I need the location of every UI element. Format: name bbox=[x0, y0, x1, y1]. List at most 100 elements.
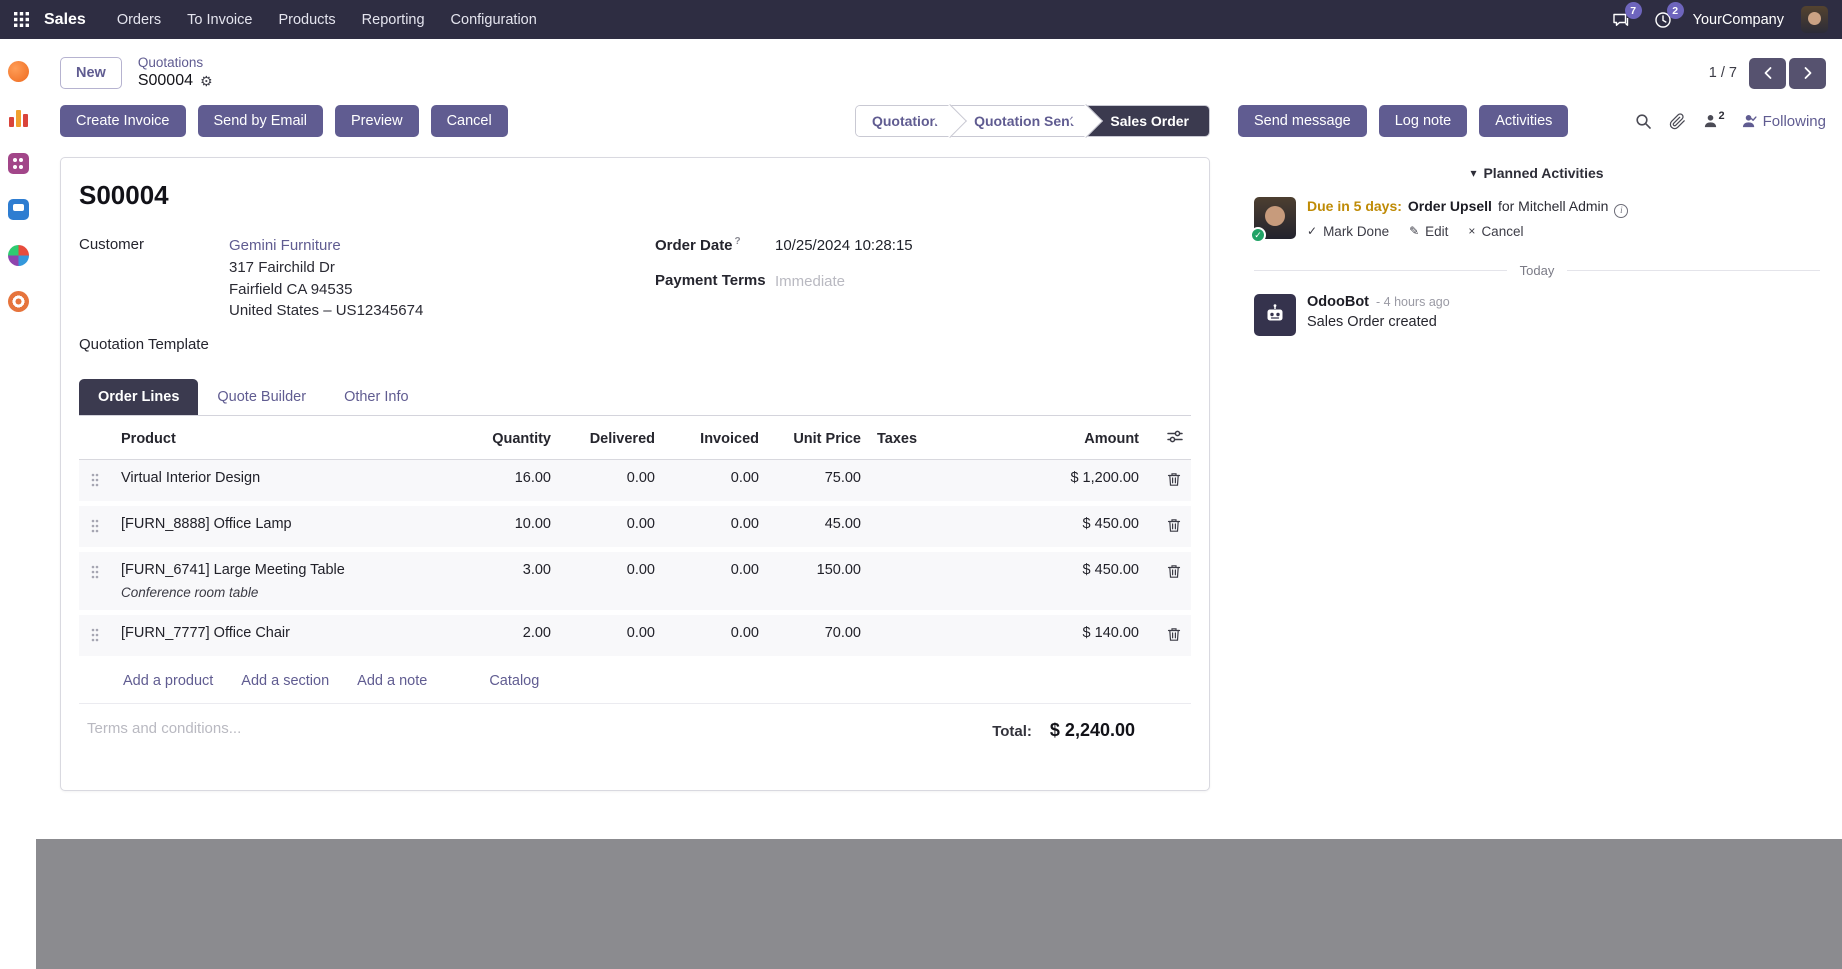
app-shortcut-donut-icon[interactable] bbox=[8, 291, 29, 312]
mark-done-button[interactable]: ✓ Mark Done bbox=[1307, 224, 1389, 239]
activities-menu-button[interactable]: 2 bbox=[1651, 7, 1676, 32]
product-cell[interactable]: [FURN_7777] Office Chair bbox=[121, 625, 439, 641]
product-cell[interactable]: [FURN_6741] Large Meeting Table bbox=[121, 562, 439, 578]
menu-reporting[interactable]: Reporting bbox=[349, 0, 438, 39]
send-message-button[interactable]: Send message bbox=[1238, 105, 1367, 137]
status-sales-order[interactable]: Sales Order bbox=[1086, 106, 1209, 136]
app-shortcut-grid-icon[interactable] bbox=[8, 153, 29, 174]
help-question-icon: ? bbox=[735, 236, 741, 247]
quantity-cell[interactable]: 16.00 bbox=[447, 460, 559, 504]
breadcrumb-quotations-link[interactable]: Quotations bbox=[138, 55, 213, 72]
app-shortcut-icon-1[interactable] bbox=[8, 61, 29, 82]
quantity-cell[interactable]: 10.00 bbox=[447, 504, 559, 550]
customer-link[interactable]: Gemini Furniture bbox=[229, 235, 423, 257]
cancel-activity-button[interactable]: × Cancel bbox=[1468, 224, 1523, 239]
menu-to-invoice[interactable]: To Invoice bbox=[174, 0, 265, 39]
user-avatar[interactable] bbox=[1801, 6, 1828, 33]
unit-price-cell[interactable]: 75.00 bbox=[767, 460, 869, 504]
info-icon[interactable]: i bbox=[1614, 204, 1628, 218]
log-note-button[interactable]: Log note bbox=[1379, 105, 1467, 137]
delete-line-icon[interactable] bbox=[1165, 625, 1183, 644]
taxes-cell[interactable] bbox=[869, 460, 989, 504]
column-header-taxes[interactable]: Taxes bbox=[869, 418, 989, 460]
column-header-amount[interactable]: Amount bbox=[989, 418, 1147, 460]
tab-order-lines[interactable]: Order Lines bbox=[79, 379, 198, 415]
payment-terms-field[interactable]: Immediate bbox=[775, 271, 845, 293]
delete-line-icon[interactable] bbox=[1165, 516, 1183, 535]
product-cell[interactable]: Virtual Interior Design bbox=[121, 470, 439, 486]
apps-menu-button[interactable] bbox=[0, 0, 42, 39]
delete-line-icon[interactable] bbox=[1165, 562, 1183, 581]
app-name[interactable]: Sales bbox=[44, 11, 86, 29]
order-date-value[interactable]: 10/25/2024 10:28:15 bbox=[775, 235, 913, 257]
delivered-cell[interactable]: 0.00 bbox=[559, 504, 663, 550]
send-by-email-button[interactable]: Send by Email bbox=[198, 105, 324, 137]
delivered-cell[interactable]: 0.00 bbox=[559, 613, 663, 659]
delivered-cell[interactable]: 0.00 bbox=[559, 460, 663, 504]
x-icon: × bbox=[1468, 224, 1475, 238]
odoobot-avatar bbox=[1254, 294, 1296, 336]
unit-price-cell[interactable]: 70.00 bbox=[767, 613, 869, 659]
pager-previous-button[interactable] bbox=[1749, 58, 1786, 89]
column-header-quantity[interactable]: Quantity bbox=[447, 418, 559, 460]
optional-columns-icon[interactable] bbox=[1167, 429, 1183, 444]
column-header-delivered[interactable]: Delivered bbox=[559, 418, 663, 460]
unit-price-cell[interactable]: 45.00 bbox=[767, 504, 869, 550]
invoiced-cell[interactable]: 0.00 bbox=[663, 460, 767, 504]
attachments-button[interactable] bbox=[1669, 113, 1686, 130]
taxes-cell[interactable] bbox=[869, 613, 989, 659]
preview-button[interactable]: Preview bbox=[335, 105, 419, 137]
invoiced-cell[interactable]: 0.00 bbox=[663, 613, 767, 659]
terms-and-conditions-field[interactable]: Terms and conditions... bbox=[87, 720, 241, 737]
caret-down-icon[interactable]: ▾ bbox=[1470, 166, 1476, 180]
taxes-cell[interactable] bbox=[869, 550, 989, 613]
status-quotation-sent[interactable]: Quotation Sent bbox=[950, 106, 1086, 136]
new-button[interactable]: New bbox=[60, 57, 122, 89]
activities-button[interactable]: Activities bbox=[1479, 105, 1568, 137]
quantity-cell[interactable]: 2.00 bbox=[447, 613, 559, 659]
messages-badge: 7 bbox=[1625, 2, 1642, 19]
pager-next-button[interactable] bbox=[1789, 58, 1826, 89]
chevron-right-icon bbox=[1802, 66, 1814, 80]
menu-orders[interactable]: Orders bbox=[104, 0, 174, 39]
add-a-note-link[interactable]: Add a note bbox=[357, 673, 427, 689]
add-a-product-link[interactable]: Add a product bbox=[123, 673, 213, 689]
followers-button[interactable]: 2 bbox=[1703, 113, 1725, 129]
menu-configuration[interactable]: Configuration bbox=[438, 0, 550, 39]
tab-other-info[interactable]: Other Info bbox=[325, 379, 427, 415]
unit-price-cell[interactable]: 150.00 bbox=[767, 550, 869, 613]
following-button[interactable]: Following bbox=[1742, 113, 1826, 130]
status-quotation[interactable]: Quotation bbox=[856, 106, 950, 136]
invoiced-cell[interactable]: 0.00 bbox=[663, 504, 767, 550]
app-shortcut-pie-icon[interactable] bbox=[8, 245, 29, 266]
column-header-product[interactable]: Product bbox=[113, 418, 447, 460]
drag-handle-icon[interactable] bbox=[87, 516, 103, 536]
delete-line-icon[interactable] bbox=[1165, 470, 1183, 489]
drag-handle-icon[interactable] bbox=[87, 562, 103, 582]
drag-handle-icon[interactable] bbox=[87, 625, 103, 645]
create-invoice-button[interactable]: Create Invoice bbox=[60, 105, 186, 137]
catalog-link[interactable]: Catalog bbox=[489, 673, 539, 689]
app-shortcut-chart-icon[interactable] bbox=[8, 107, 29, 128]
cancel-button[interactable]: Cancel bbox=[431, 105, 508, 137]
company-name[interactable]: YourCompany bbox=[1693, 12, 1784, 28]
line-note[interactable]: Conference room table bbox=[121, 585, 439, 600]
column-header-unit-price[interactable]: Unit Price bbox=[767, 418, 869, 460]
check-icon: ✓ bbox=[1307, 224, 1317, 238]
invoiced-cell[interactable]: 0.00 bbox=[663, 550, 767, 613]
edit-activity-button[interactable]: ✎ Edit bbox=[1409, 224, 1448, 239]
record-actions-gear-icon[interactable]: ⚙ bbox=[200, 74, 213, 88]
app-shortcut-blue-icon[interactable] bbox=[8, 199, 29, 220]
column-header-invoiced[interactable]: Invoiced bbox=[663, 418, 767, 460]
add-a-section-link[interactable]: Add a section bbox=[241, 673, 329, 689]
product-cell[interactable]: [FURN_8888] Office Lamp bbox=[121, 516, 439, 532]
menu-products[interactable]: Products bbox=[265, 0, 348, 39]
tab-quote-builder[interactable]: Quote Builder bbox=[198, 379, 325, 415]
delivered-cell[interactable]: 0.00 bbox=[559, 550, 663, 613]
drag-handle-icon[interactable] bbox=[87, 470, 103, 490]
messages-menu-button[interactable]: 7 bbox=[1609, 7, 1634, 32]
quantity-cell[interactable]: 3.00 bbox=[447, 550, 559, 613]
activity-due-label: Due in 5 days: bbox=[1307, 197, 1402, 215]
taxes-cell[interactable] bbox=[869, 504, 989, 550]
search-messages-button[interactable] bbox=[1635, 113, 1652, 130]
